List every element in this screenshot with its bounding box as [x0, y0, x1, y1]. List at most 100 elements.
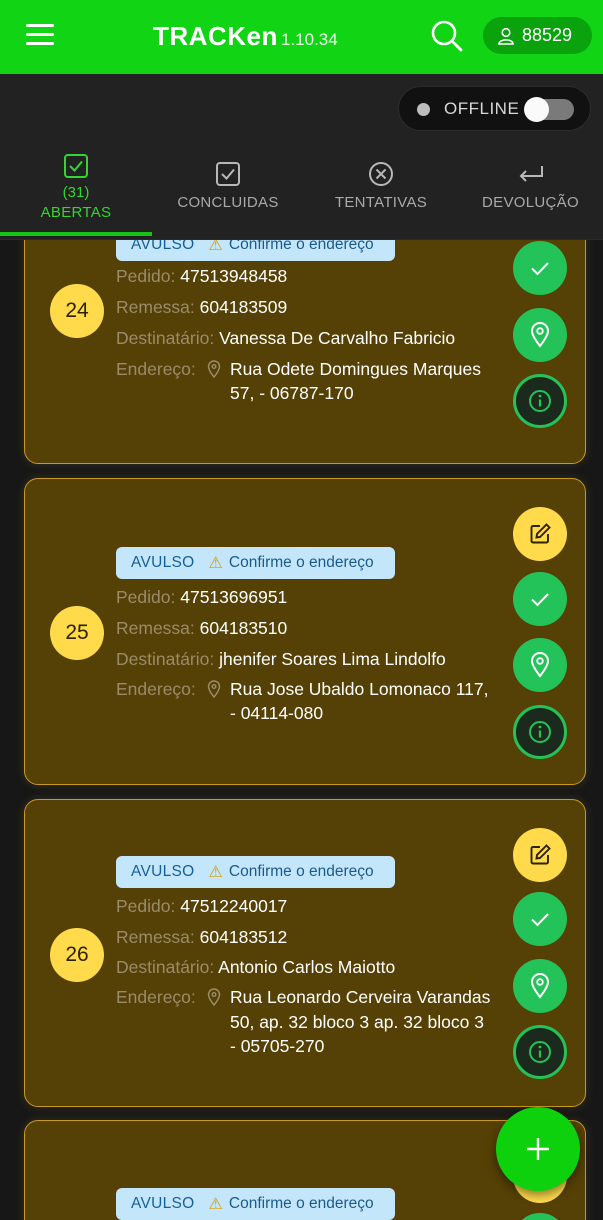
confirm-address-label: Confirme o endereço	[228, 1195, 374, 1212]
status-label: OFFLINE	[444, 99, 520, 118]
destinatario-field: Destinatário: jhenifer Soares Lima Lindo…	[116, 649, 446, 670]
offline-toggle[interactable]	[524, 97, 574, 122]
warning-icon: ⚠	[208, 555, 223, 572]
confirm-delivery-button[interactable]	[513, 572, 567, 626]
tab-abertas-count: (31)	[62, 184, 90, 201]
remessa-value: 604183509	[199, 297, 288, 317]
active-tab-indicator	[0, 232, 152, 236]
warning-icon: ⚠	[208, 1196, 223, 1213]
stop-number: 26	[50, 928, 104, 982]
destinatario-label: Destinatário:	[116, 649, 215, 669]
edit-icon	[530, 844, 551, 865]
avulso-label: AVULSO	[131, 240, 195, 253]
destinatario-field: Destinatário: Vanessa De Carvalho Fabric…	[116, 328, 455, 349]
remessa-value: 604183510	[199, 618, 288, 638]
endereco-line: Rua Odete Domingues Marques	[230, 359, 481, 379]
hamburger-menu-icon[interactable]	[26, 24, 56, 48]
remessa-label: Remessa:	[116, 618, 195, 638]
checkbox-icon	[64, 154, 88, 178]
destinatario-value: jhenifer Soares Lima Lindolfo	[219, 649, 446, 669]
warning-icon: ⚠	[208, 864, 223, 881]
pedido-label: Pedido:	[116, 896, 176, 916]
confirm-address-label: Confirme o endereço	[228, 863, 374, 880]
tab-abertas[interactable]: (31) ABERTAS	[0, 144, 152, 240]
pedido-field: Pedido: 47513948458	[116, 266, 287, 287]
avulso-label: AVULSO	[131, 554, 195, 571]
edit-icon	[530, 523, 551, 544]
remessa-value: 604183512	[199, 927, 288, 947]
location-pin-icon	[530, 322, 550, 348]
edit-button[interactable]	[513, 828, 567, 882]
info-button[interactable]	[513, 1025, 567, 1079]
x-circle-icon	[369, 162, 393, 186]
confirm-address-label: Confirme o endereço	[228, 554, 374, 571]
edit-button[interactable]	[513, 507, 567, 561]
endereco-label: Endereço:	[116, 987, 196, 1007]
pedido-label: Pedido:	[116, 266, 176, 286]
delivery-card-26[interactable]: AVULSO ⚠ Confirme o endereço 26 Pedido: …	[24, 799, 586, 1107]
delivery-card-24[interactable]: AVULSO ⚠ Confirme o endereço 24 Pedido: …	[24, 240, 586, 464]
confirm-delivery-button[interactable]	[513, 1213, 567, 1220]
delivery-card-25[interactable]: AVULSO ⚠ Confirme o endereço 25 Pedido: …	[24, 478, 586, 785]
confirm-address-label: Confirme o endereço	[228, 240, 374, 253]
tab-bar: (31) ABERTAS CONCLUIDAS TENTATIVAS DEVOL…	[0, 144, 603, 240]
endereco-line: Rua Leonardo Cerveira Varandas	[230, 987, 491, 1007]
confirm-delivery-button[interactable]	[513, 241, 567, 295]
avulso-label: AVULSO	[131, 1195, 195, 1212]
location-pin-icon	[530, 652, 550, 678]
check-icon	[531, 913, 549, 927]
pedido-value: 47512240017	[180, 896, 288, 916]
add-button[interactable]	[496, 1107, 580, 1191]
app-version: 1.10.34	[281, 30, 338, 49]
app-title: TRACKen	[153, 21, 278, 51]
pedido-field: Pedido: 47512240017	[116, 896, 287, 917]
checkbox-icon	[216, 162, 240, 186]
status-dot-icon	[417, 103, 430, 116]
map-button[interactable]	[513, 638, 567, 692]
map-button[interactable]	[513, 308, 567, 362]
pedido-field: Pedido: 47513696951	[116, 587, 287, 608]
destinatario-value: Vanessa De Carvalho Fabricio	[219, 328, 456, 348]
app-header: TRACKen 1.10.34 88529	[0, 0, 603, 74]
location-pin-icon	[207, 360, 221, 378]
endereco-label: Endereço:	[116, 679, 196, 699]
info-icon	[529, 721, 551, 743]
info-button[interactable]	[513, 374, 567, 428]
map-button[interactable]	[513, 959, 567, 1013]
endereco-line: 50, ap. 32 bloco 3 ap. 32 bloco 3	[230, 1012, 484, 1032]
remessa-field: Remessa: 604183510	[116, 618, 287, 639]
warning-icon: ⚠	[208, 240, 223, 254]
destinatario-label: Destinatário:	[116, 328, 215, 348]
pedido-value: 47513696951	[180, 587, 288, 607]
user-code: 88529	[522, 25, 573, 45]
search-icon[interactable]	[428, 17, 466, 55]
avulso-badge: AVULSO ⚠ Confirme o endereço	[116, 547, 395, 579]
info-button[interactable]	[513, 705, 567, 759]
info-icon	[529, 1041, 551, 1063]
confirm-delivery-button[interactable]	[513, 892, 567, 946]
location-pin-icon	[207, 988, 221, 1006]
pedido-label: Pedido:	[116, 587, 176, 607]
remessa-field: Remessa: 604183512	[116, 927, 287, 948]
endereco-line: 57, - 06787-170	[230, 383, 354, 403]
tab-concluidas[interactable]: CONCLUIDAS	[152, 144, 304, 240]
user-account-button[interactable]: 88529	[483, 17, 592, 54]
user-icon	[498, 27, 514, 45]
tab-devolucao[interactable]: DEVOLUÇÃO	[458, 144, 603, 240]
avulso-badge: AVULSO ⚠ Confirme o endereço	[116, 1188, 395, 1220]
plus-icon	[527, 1138, 549, 1160]
endereco-label: Endereço:	[116, 359, 196, 379]
endereco-line: - 05705-270	[230, 1036, 325, 1056]
tab-devolucao-label: DEVOLUÇÃO	[482, 194, 579, 211]
destinatario-label: Destinatário:	[116, 957, 215, 977]
location-pin-icon	[530, 973, 550, 999]
stop-number: 24	[50, 284, 104, 338]
app-root: TRACKen 1.10.34 88529 OFFLINE (31) ABERT…	[0, 0, 603, 1220]
connection-status: OFFLINE	[398, 86, 591, 131]
tab-tentativas[interactable]: TENTATIVAS	[304, 144, 458, 240]
check-icon	[531, 593, 549, 607]
destinatario-value: Antonio Carlos Maiotto	[218, 957, 396, 977]
delivery-list[interactable]: AVULSO ⚠ Confirme o endereço 24 Pedido: …	[0, 240, 603, 1220]
destinatario-field: Destinatário: Antonio Carlos Maiotto	[116, 957, 395, 978]
pedido-value: 47513948458	[180, 266, 288, 286]
